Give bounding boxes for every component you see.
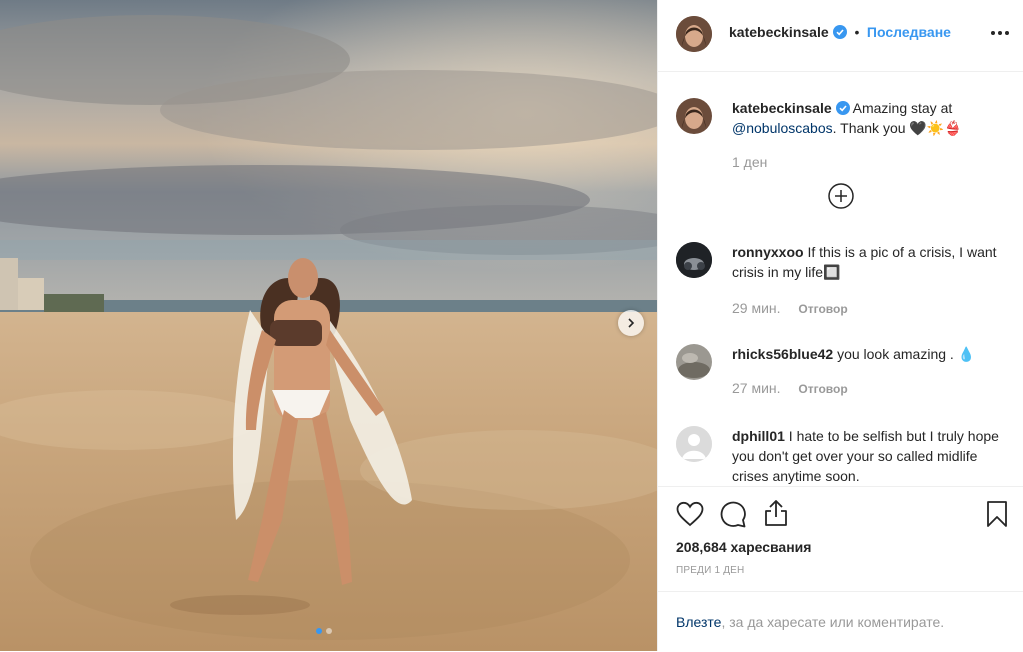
commenter-username[interactable]: ronnyxxoo [732,244,804,260]
commenter-username[interactable]: dphill01 [732,428,785,444]
carousel-dot [326,628,332,634]
login-prompt-text: , за да харесате или коментирате. [721,614,945,630]
follow-button[interactable]: Последване [867,24,951,40]
comment-icon [720,501,746,528]
caption-tail: . Thank you 🖤☀️👙 [832,120,962,136]
caption-text: katebeckinsale Amazing stay at @nobulosc… [732,98,1002,138]
bookmark-icon [987,501,1007,527]
more-icon[interactable] [990,30,1010,36]
comment-meta: 27 мин. Отговор [732,380,848,396]
share-button[interactable] [763,499,789,532]
caption-mention[interactable]: @nobuloscabos [732,120,833,136]
comments-list[interactable]: katebeckinsale Amazing stay at @nobulosc… [658,72,1023,486]
verified-icon [835,101,850,115]
carousel-indicator [316,628,332,634]
heart-icon [676,501,704,527]
beach-photo [0,0,657,651]
author-username[interactable]: katebeckinsale [729,24,829,40]
comment-item: ronnyxxoo If this is a pic of a crisis, … [674,242,1014,322]
post-header: katebeckinsale • Последване [658,0,1023,72]
caption-username[interactable]: katebeckinsale [732,100,832,116]
comment-meta: 29 мин. Отговор [732,300,848,316]
reply-button[interactable]: Отговор [798,382,847,396]
comment-body: you look amazing . 💧 [837,346,976,362]
post-timestamp: ПРЕДИ 1 ДЕН [676,565,745,576]
separator-dot: • [854,24,860,40]
commenter-avatar[interactable] [676,344,712,380]
default-avatar-icon [676,426,712,462]
comment-time: 29 мин. [732,300,781,316]
next-slide-button[interactable] [618,310,644,336]
post-photo[interactable] [0,0,657,651]
comment-text: rhicks56blue42 you look amazing . 💧 [732,344,1002,364]
avatar-image [676,344,712,380]
chevron-right-icon [628,318,635,328]
comment-text: ronnyxxoo If this is a pic of a crisis, … [732,242,1002,282]
load-more-comments-button[interactable] [828,183,854,209]
avatar-image [676,16,712,52]
verified-icon [833,25,848,39]
reply-button[interactable]: Отговор [798,302,847,316]
login-prompt: Влезте, за да харесате или коментирате. [658,591,1023,652]
caption-time: 1 ден [732,154,768,170]
likes-count[interactable]: 208,684 харесвания [676,539,811,555]
comment-time: 27 мин. [732,380,781,396]
comment-item: dphill01 I hate to be selfish but I trul… [674,426,1014,486]
commenter-avatar[interactable] [676,426,712,462]
author-avatar[interactable] [676,98,712,134]
plus-circle-icon [828,183,854,209]
commenter-username[interactable]: rhicks56blue42 [732,346,833,362]
avatar-image [676,242,712,278]
avatar-image [676,98,712,134]
login-link[interactable]: Влезте [676,614,721,630]
post-actions: 208,684 харесвания ПРЕДИ 1 ДЕН Влезте, з… [658,486,1023,651]
comment-text: dphill01 I hate to be selfish but I trul… [732,426,1002,486]
caption-body: Amazing stay at [852,100,953,116]
save-button[interactable] [985,500,1009,533]
share-icon [765,500,787,526]
like-button[interactable] [676,501,704,532]
comment-button[interactable] [719,500,747,533]
carousel-dot [316,628,322,634]
commenter-avatar[interactable] [676,242,712,278]
post-side-panel: katebeckinsale • Последване katebeckinsa… [657,0,1023,651]
comment-item: rhicks56blue42 you look amazing . 💧 27 м… [674,344,1014,404]
author-avatar[interactable] [676,16,712,52]
